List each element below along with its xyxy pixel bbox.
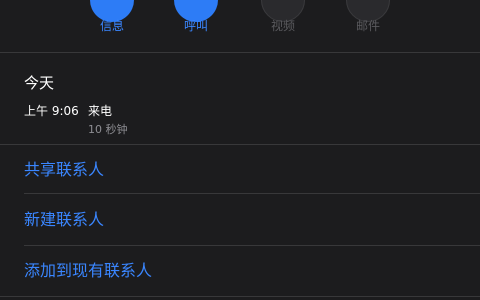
divider bbox=[0, 144, 480, 145]
mail-label: 邮件 bbox=[355, 19, 380, 33]
video-label: 视频 bbox=[270, 19, 295, 33]
call-duration: 10 秒钟 bbox=[88, 123, 128, 136]
history-section-title: 今天 bbox=[24, 74, 55, 92]
message-label: 信息 bbox=[99, 19, 124, 33]
contact-action-bar: 信息 呼叫 视频 邮件 bbox=[0, 0, 480, 52]
call-button[interactable]: 呼叫 bbox=[156, 0, 236, 52]
call-type: 来电 bbox=[88, 104, 113, 118]
share-contact-link[interactable]: 共享联系人 bbox=[24, 160, 104, 180]
divider bbox=[24, 193, 480, 194]
mail-button[interactable]: 邮件 bbox=[328, 0, 408, 52]
add-to-existing-contact-link[interactable]: 添加到现有联系人 bbox=[24, 261, 152, 281]
video-button[interactable]: 视频 bbox=[243, 0, 323, 52]
call-time: 上午 9:06 bbox=[24, 104, 79, 118]
message-button[interactable]: 信息 bbox=[72, 0, 152, 52]
divider bbox=[24, 245, 480, 246]
call-label: 呼叫 bbox=[183, 19, 208, 33]
create-new-contact-link[interactable]: 新建联系人 bbox=[24, 210, 104, 230]
divider bbox=[0, 296, 480, 297]
divider bbox=[0, 52, 480, 53]
